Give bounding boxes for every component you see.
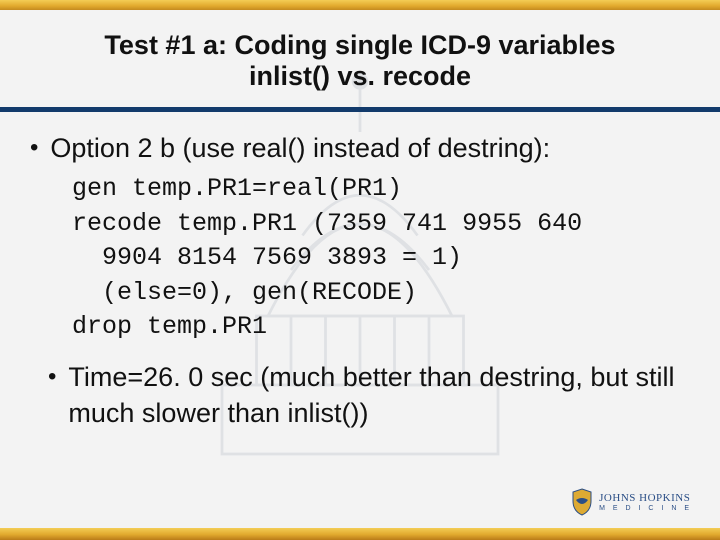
logo-sub-text: M E D I C I N E: [599, 505, 692, 512]
bullet-dot-icon: •: [48, 359, 56, 393]
title-area: Test #1 a: Coding single ICD-9 variables…: [0, 10, 720, 102]
title-line-2: inlist() vs. recode: [249, 61, 471, 91]
bullet-dot-icon: •: [30, 130, 38, 164]
footer-logo: JOHNS HOPKINS M E D I C I N E: [571, 488, 692, 516]
code-block: gen temp.PR1=real(PR1) recode temp.PR1 (…: [30, 166, 690, 359]
title-line-1: Test #1 a: Coding single ICD-9 variables: [104, 30, 615, 60]
shield-icon: [571, 488, 593, 516]
bullet-1: • Option 2 b (use real() instead of dest…: [30, 130, 690, 166]
bullet-1-text: Option 2 b (use real() instead of destri…: [50, 130, 550, 166]
slide-title: Test #1 a: Coding single ICD-9 variables…: [40, 30, 680, 92]
bottom-accent-bar: [0, 528, 720, 540]
logo-main-text: JOHNS HOPKINS: [599, 492, 692, 504]
divider-rule: [0, 107, 720, 112]
bullet-2: • Time=26. 0 sec (much better than destr…: [48, 359, 690, 432]
slide: Test #1 a: Coding single ICD-9 variables…: [0, 0, 720, 540]
bullet-2-text: Time=26. 0 sec (much better than destrin…: [68, 359, 690, 432]
logo-text-wrap: JOHNS HOPKINS M E D I C I N E: [599, 492, 692, 511]
top-accent-bar: [0, 0, 720, 10]
content-area: • Option 2 b (use real() instead of dest…: [30, 130, 690, 432]
